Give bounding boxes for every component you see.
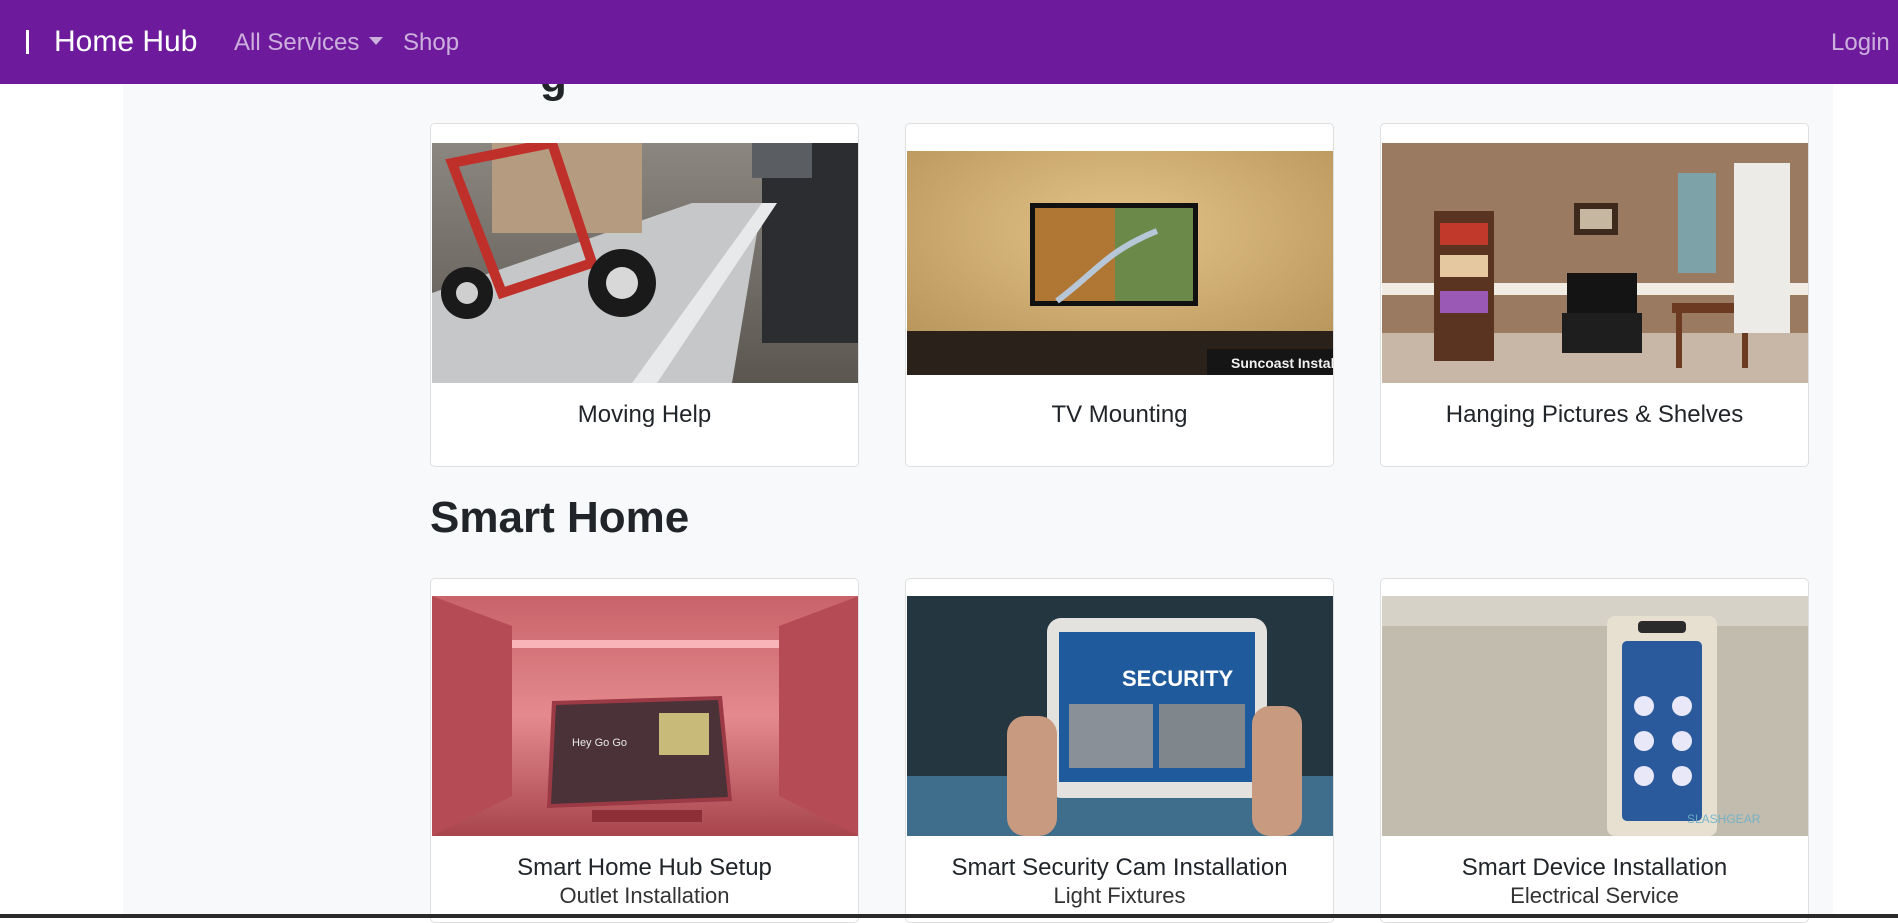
all-services-label: All Services — [234, 29, 360, 56]
card-subtitle-hidden: Outlet Installation — [559, 883, 730, 908]
navbar-edge-mark — [26, 30, 29, 54]
card-title: TV Mounting — [1051, 401, 1188, 428]
security-screen-text: SECURITY — [1122, 666, 1234, 691]
service-card-smart-device[interactable]: SLASHGEAR Smart Device Installation Elec… — [1380, 578, 1809, 923]
service-card-smart-home-hub[interactable]: Hey Go Go Smart Home Hub Setup Outlet In… — [430, 578, 859, 923]
card-title: Smart Home Hub Setup — [517, 854, 772, 881]
service-card-moving-help[interactable]: Moving Help — [430, 123, 859, 467]
brand-link[interactable]: Home Hub — [54, 22, 197, 62]
window-bottom-border — [0, 914, 1898, 918]
tv-image-caption: Suncoast Installs — [1231, 355, 1334, 371]
security-tablet-image: SECURITY — [907, 596, 1333, 836]
smart-display-image: Hey Go Go — [432, 596, 858, 836]
card-subtitle-hidden: Electrical Service — [1510, 883, 1679, 908]
all-services-dropdown[interactable]: All Services — [234, 26, 384, 60]
section-title-smart-home: Smart Home — [430, 493, 690, 542]
card-title: Smart Device Installation — [1461, 854, 1728, 881]
login-link[interactable]: Login — [1831, 26, 1890, 60]
card-subtitle-hidden: Light Fixtures — [1053, 883, 1186, 908]
moving-dolly-image — [432, 143, 858, 383]
service-card-security-cam[interactable]: SECURITY Smart Security Cam Installation… — [905, 578, 1334, 923]
hub-screen-text: Hey Go Go — [572, 737, 627, 749]
service-card-tv-mounting[interactable]: Suncoast Installs TV Mounting — [905, 123, 1334, 467]
card-title: Smart Security Cam Installation — [951, 854, 1288, 881]
top-navbar: Home Hub All Services Shop Login — [0, 0, 1898, 84]
chevron-down-icon — [369, 37, 384, 45]
card-title: Hanging Pictures & Shelves — [1445, 401, 1744, 428]
living-room-image — [1382, 143, 1808, 383]
tv-mount-image: Suncoast Installs — [907, 151, 1334, 375]
card-title: Moving Help — [577, 401, 712, 428]
service-card-hanging-pictures[interactable]: Hanging Pictures & Shelves — [1380, 123, 1809, 467]
slashgear-watermark: SLASHGEAR — [1687, 812, 1761, 826]
shop-link[interactable]: Shop — [403, 26, 459, 60]
smart-panel-image: SLASHGEAR — [1382, 596, 1808, 836]
